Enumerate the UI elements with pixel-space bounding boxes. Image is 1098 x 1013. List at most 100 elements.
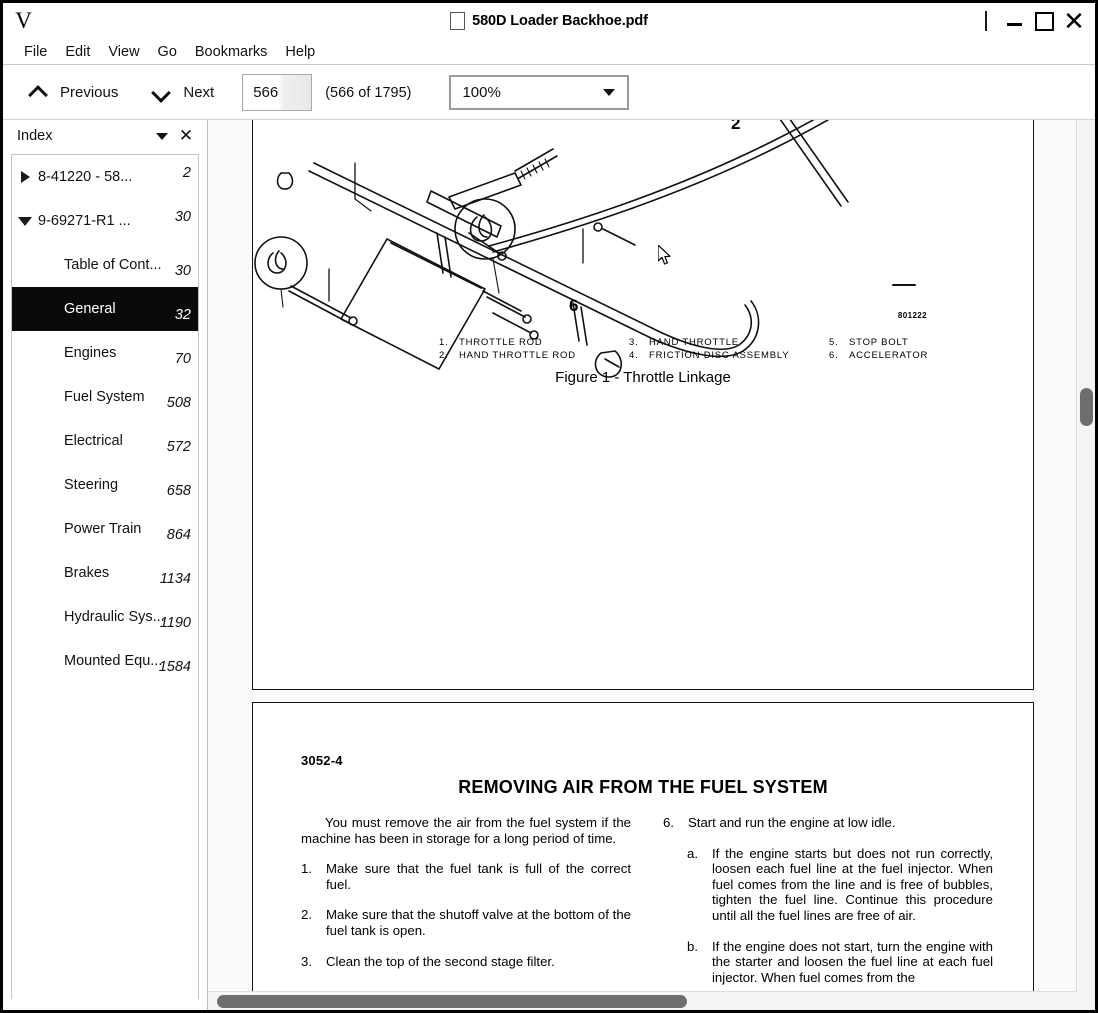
menu-file[interactable]: File: [15, 42, 56, 62]
zoom-level-select[interactable]: 100%: [449, 75, 630, 110]
menu-bookmarks[interactable]: Bookmarks: [186, 42, 277, 62]
text-columns: You must remove the air from the fuel sy…: [301, 815, 993, 992]
list-text: Make sure that the fuel tank is full of …: [326, 861, 631, 892]
vertical-scrollbar-thumb[interactable]: [1080, 388, 1093, 426]
tree-item-9-69271-r1[interactable]: 9-69271-R1 ... 30: [12, 199, 198, 243]
tree-item-table-of-contents[interactable]: Table of Cont... 30: [12, 243, 198, 287]
legend-column-3: 5. STOP BOLT 6. ACCELERATOR: [829, 336, 1019, 362]
legend-text: FRICTION DISC ASSEMBLY: [649, 350, 790, 361]
tree-item-label: Fuel System: [64, 389, 145, 405]
legend-column-1: 1. THROTTLE ROD 2. HAND THROTTLE ROD: [439, 336, 629, 362]
tree-item-8-41220[interactable]: 8-41220 - 58... 2: [12, 155, 198, 199]
tree-item-steering[interactable]: Steering 658: [12, 463, 198, 507]
horizontal-scrollbar[interactable]: [208, 991, 1077, 1010]
legend-item: 6. ACCELERATOR: [829, 349, 1019, 362]
tree-item-label: General: [64, 301, 116, 317]
document-icon: [450, 12, 466, 30]
page-folio: 3052-4: [301, 753, 343, 768]
list-marker: 2.: [301, 907, 312, 923]
sub-list-text: If the engine starts but does not run co…: [712, 845, 993, 923]
close-button[interactable]: ✕: [1059, 6, 1089, 36]
legend-number: 5.: [829, 337, 839, 348]
horizontal-scrollbar-thumb[interactable]: [217, 995, 687, 1008]
chevron-up-icon: [29, 86, 49, 100]
figure-callout-6: 6: [569, 296, 579, 315]
throttle-linkage-figure: 2 6 801222 1. THROTTLE ROD 2. HAND THROT…: [253, 120, 1033, 561]
close-icon: ✕: [1063, 6, 1085, 36]
tree-item-hydraulic-system[interactable]: Hydraulic Sys... 1190: [12, 595, 198, 639]
legend-item: 1. THROTTLE ROD: [439, 336, 629, 349]
maximize-button[interactable]: [1029, 6, 1059, 36]
menu-help[interactable]: Help: [276, 42, 324, 62]
tree-item-electrical[interactable]: Electrical 572: [12, 419, 198, 463]
next-page-button[interactable]: Next: [144, 80, 222, 105]
figure-caption: Figure 1 - Throttle Linkage: [555, 369, 731, 386]
page-number-input[interactable]: 566: [242, 74, 313, 111]
menu-view[interactable]: View: [99, 42, 148, 62]
legend-number: 1.: [439, 337, 449, 348]
sub-list-marker: b.: [687, 938, 698, 954]
tree-item-label: Engines: [64, 345, 117, 361]
tree-item-label: Steering: [64, 477, 119, 493]
figure-code: 801222: [897, 311, 927, 320]
window-controls: ✕: [985, 3, 1089, 39]
tree-item-label: Hydraulic Sys...: [64, 609, 165, 625]
sidebar-title: Index: [17, 128, 53, 144]
pdf-viewer-window: V 580D Loader Backhoe.pdf ✕ File Edit Vi…: [0, 0, 1098, 1013]
tree-item-brakes[interactable]: Brakes 1134: [12, 551, 198, 595]
list-item: 2. Make sure that the shutoff valve at t…: [301, 907, 631, 938]
legend-number: 6.: [829, 350, 839, 361]
tree-item-page: 32: [174, 307, 191, 323]
app-logo-icon: V: [15, 8, 32, 33]
vertical-scrollbar[interactable]: [1076, 120, 1095, 992]
chevron-down-icon: [603, 89, 616, 96]
expand-collapse-arrow-icon[interactable]: [12, 199, 38, 243]
sidebar-dropdown-button[interactable]: [151, 132, 173, 140]
tree-item-page: 572: [166, 439, 191, 455]
legend-number: 3.: [629, 337, 639, 348]
legend-item: 3. HAND THROTTLE: [629, 336, 829, 349]
main-content: Index ✕ 8-41220 - 58... 2 9-69271-R1 ...…: [3, 120, 1095, 1010]
list-item: 6. Start and run the engine at low idle.: [663, 815, 993, 831]
previous-page-button[interactable]: Previous: [21, 80, 126, 105]
section-heading: REMOVING AIR FROM THE FUEL SYSTEM: [458, 777, 828, 797]
chevron-down-icon: [156, 132, 168, 140]
minimize-icon: [1006, 23, 1022, 26]
left-column: You must remove the air from the fuel sy…: [301, 815, 631, 992]
sidebar-close-button[interactable]: ✕: [173, 126, 199, 146]
minimize-button[interactable]: [999, 6, 1029, 36]
chevron-down-icon: [152, 86, 172, 100]
menu-edit[interactable]: Edit: [56, 42, 99, 62]
legend-number: 4.: [629, 350, 639, 361]
tree-item-engines[interactable]: Engines 70: [12, 331, 198, 375]
tree-item-label: Brakes: [64, 565, 110, 581]
window-title: 580D Loader Backhoe.pdf: [472, 13, 648, 29]
legend-number: 2.: [439, 350, 449, 361]
tree-item-power-train[interactable]: Power Train 864: [12, 507, 198, 551]
tree-item-general[interactable]: General 32: [12, 287, 198, 331]
toolbar: Previous Next 566 (566 of 1795) 100%: [3, 66, 1095, 120]
figure-legend: 1. THROTTLE ROD 2. HAND THROTTLE ROD 3. …: [439, 336, 1033, 362]
list-item: 1. Make sure that the fuel tank is full …: [301, 861, 631, 892]
intro-paragraph: You must remove the air from the fuel sy…: [301, 815, 631, 846]
maximize-icon: [1034, 11, 1054, 31]
tree-item-page: 2: [182, 165, 191, 181]
tree-item-page: 508: [166, 395, 191, 411]
next-page-label: Next: [183, 84, 215, 101]
list-marker: 6.: [663, 815, 674, 830]
list-text: Make sure that the shutoff valve at the …: [326, 907, 631, 938]
tree-item-label: Power Train: [64, 521, 142, 537]
tree-item-mounted-equipment[interactable]: Mounted Equ... 1584: [12, 639, 198, 683]
tree-item-fuel-system[interactable]: Fuel System 508: [12, 375, 198, 419]
expand-collapse-arrow-icon[interactable]: [12, 155, 38, 199]
sub-list-marker: a.: [687, 845, 698, 861]
index-tree[interactable]: 8-41220 - 58... 2 9-69271-R1 ... 30 Tabl…: [11, 154, 199, 999]
triangle-down-icon: [18, 216, 32, 226]
tree-item-label: 9-69271-R1 ...: [38, 213, 131, 229]
document-viewer[interactable]: 2 6 801222 1. THROTTLE ROD 2. HAND THROT…: [208, 120, 1095, 1010]
menu-go[interactable]: Go: [149, 42, 186, 62]
right-column: 6. Start and run the engine at low idle.…: [663, 815, 993, 992]
tree-item-label: 8-41220 - 58...: [38, 169, 133, 185]
